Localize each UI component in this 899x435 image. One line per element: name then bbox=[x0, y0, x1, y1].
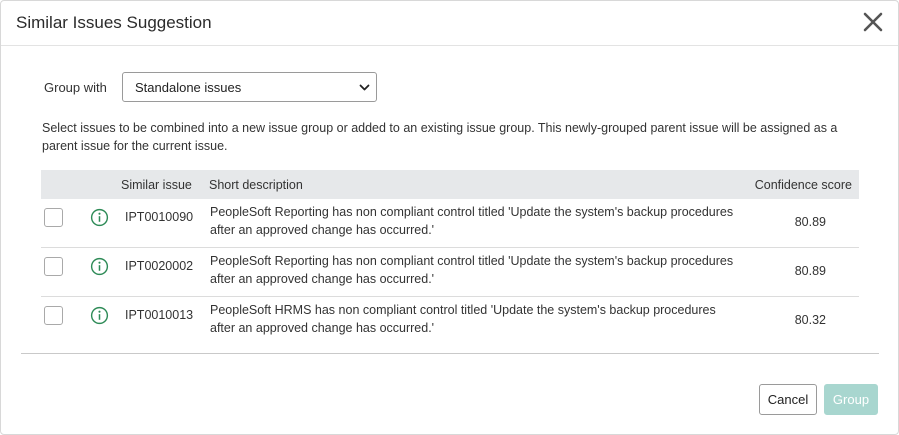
group-with-row: Group with Standalone issues bbox=[44, 71, 377, 103]
similar-issues-table: Similar issue Short description Confiden… bbox=[41, 170, 859, 345]
header-short-description[interactable]: Short description bbox=[209, 178, 303, 192]
group-with-select[interactable]: Standalone issues bbox=[122, 72, 377, 102]
issue-number: IPT0010013 bbox=[125, 308, 194, 322]
table-row: IPT0010090 PeopleSoft Reporting has non … bbox=[41, 199, 859, 248]
confidence-score: 80.89 bbox=[794, 264, 826, 278]
similar-issues-dialog: Similar Issues Suggestion Group with Sta… bbox=[0, 0, 899, 435]
issue-number: IPT0020002 bbox=[125, 259, 194, 273]
info-icon[interactable] bbox=[90, 257, 109, 276]
confidence-score: 80.89 bbox=[794, 215, 826, 229]
issue-short-description: PeopleSoft Reporting has non compliant c… bbox=[210, 254, 734, 286]
close-icon[interactable] bbox=[862, 11, 884, 33]
chevron-down-icon bbox=[359, 84, 370, 91]
info-icon[interactable] bbox=[90, 208, 109, 227]
group-with-label: Group with bbox=[44, 79, 107, 95]
issue-short-description: PeopleSoft HRMS has non compliant contro… bbox=[210, 303, 716, 335]
row-checkbox[interactable] bbox=[44, 306, 63, 325]
table-row: IPT0010013 PeopleSoft HRMS has non compl… bbox=[41, 297, 859, 345]
group-with-selected-value: Standalone issues bbox=[135, 79, 242, 95]
header-confidence-score[interactable]: Confidence score bbox=[755, 178, 852, 192]
cancel-button[interactable]: Cancel bbox=[759, 384, 817, 415]
row-checkbox[interactable] bbox=[44, 208, 63, 227]
header-similar-issue[interactable]: Similar issue bbox=[121, 178, 192, 192]
issue-number: IPT0010090 bbox=[125, 210, 194, 224]
dialog-footer: Cancel Group bbox=[759, 384, 878, 415]
confidence-score: 80.32 bbox=[794, 313, 826, 327]
dialog-header: Similar Issues Suggestion bbox=[1, 1, 898, 46]
dialog-title: Similar Issues Suggestion bbox=[16, 13, 212, 32]
row-checkbox[interactable] bbox=[44, 257, 63, 276]
info-icon[interactable] bbox=[90, 306, 109, 325]
footer-divider bbox=[21, 353, 879, 354]
table-header: Similar issue Short description Confiden… bbox=[41, 170, 859, 199]
issue-short-description: PeopleSoft Reporting has non compliant c… bbox=[210, 205, 734, 237]
instructions-text: Select issues to be combined into a new … bbox=[42, 121, 838, 153]
table-row: IPT0020002 PeopleSoft Reporting has non … bbox=[41, 248, 859, 297]
group-button[interactable]: Group bbox=[824, 384, 878, 415]
